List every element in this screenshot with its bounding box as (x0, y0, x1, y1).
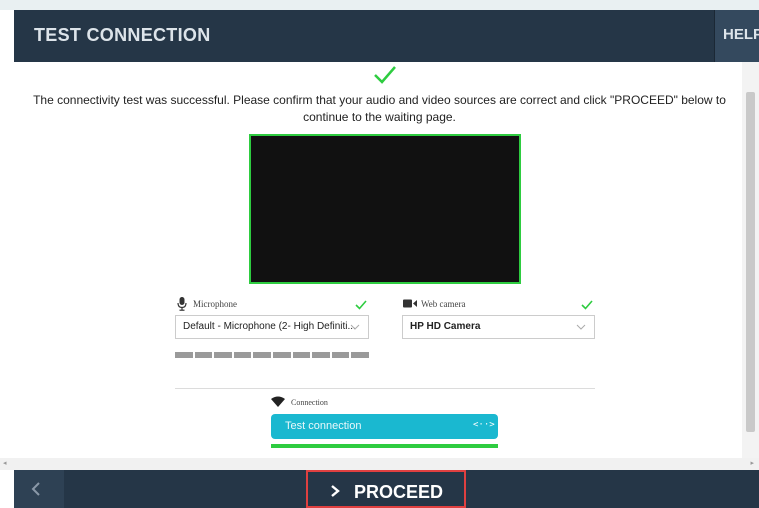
test-connection-label: Test connection (285, 420, 362, 432)
chevron-right-icon (331, 485, 340, 497)
back-button[interactable] (14, 470, 64, 508)
microphone-icon (177, 297, 187, 311)
camera-label: Web camera (421, 299, 466, 309)
microphone-selected-value: Default - Microphone (2- High Definiti..… (183, 321, 356, 332)
video-camera-icon (403, 299, 417, 308)
scrollbar-thumb[interactable] (746, 92, 755, 432)
test-connection-button[interactable]: Test connection <··> (271, 414, 498, 439)
microphone-select[interactable]: Default - Microphone (2- High Definiti..… (175, 315, 369, 339)
success-message: The connectivity test was successful. Pl… (33, 93, 726, 124)
chevron-down-icon (576, 324, 586, 330)
footer-bar: PROCEED (14, 470, 759, 508)
help-button[interactable]: HELP (714, 10, 759, 62)
page-title: TEST CONNECTION (34, 25, 211, 45)
camera-selected-value: HP HD Camera (410, 321, 481, 332)
success-check-icon (374, 66, 396, 84)
horizontal-scrollbar[interactable]: ◂ ▸ (0, 458, 759, 470)
connection-arrows-icon: <··> (473, 420, 495, 430)
camera-ok-check-icon (581, 300, 593, 310)
connection-label: Connection (291, 398, 328, 407)
header-bar: TEST CONNECTION HELP (14, 10, 759, 62)
proceed-label: PROCEED (354, 482, 444, 502)
connection-progress-bar (271, 444, 498, 448)
proceed-button[interactable]: PROCEED (306, 470, 466, 508)
vertical-scrollbar[interactable] (742, 62, 759, 458)
microphone-ok-check-icon (355, 300, 367, 310)
camera-select[interactable]: HP HD Camera (402, 315, 595, 339)
video-preview (249, 134, 521, 284)
scroll-right-arrow-icon[interactable]: ▸ (750, 459, 754, 467)
chevron-down-icon (350, 324, 360, 330)
microphone-label: Microphone (193, 299, 237, 309)
scroll-left-arrow-icon[interactable]: ◂ (3, 459, 7, 467)
top-strip (0, 0, 759, 10)
section-divider (175, 388, 595, 389)
wifi-icon (271, 396, 285, 407)
help-label: HELP (723, 26, 759, 43)
chevron-left-icon (31, 482, 40, 496)
microphone-level-meter (175, 352, 369, 358)
